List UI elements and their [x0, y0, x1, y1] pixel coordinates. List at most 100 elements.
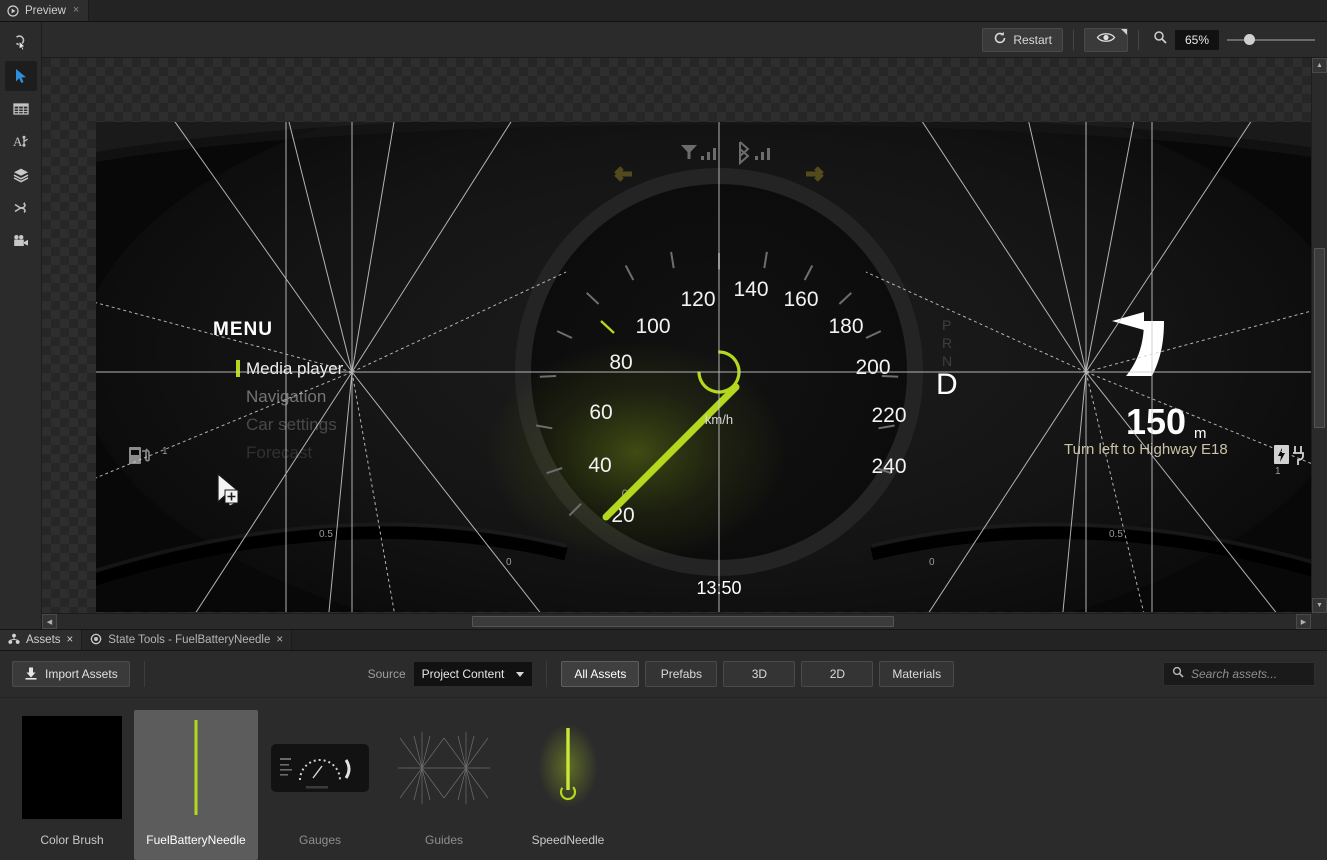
bottom-tabstrip-filler	[292, 630, 1327, 650]
import-assets-label: Import Assets	[45, 667, 118, 681]
nav-instruction: Turn left to Highway E18	[1064, 441, 1228, 458]
search-assets-field[interactable]: Search assets...	[1163, 662, 1315, 686]
gear-letter-p: P	[942, 317, 952, 333]
main-split: A	[0, 22, 1327, 629]
hand-pointer-icon-button[interactable]	[5, 28, 37, 58]
guide-label-05-left: 0.5	[319, 529, 333, 540]
guide-label-1: 1	[162, 446, 168, 457]
speed-label-60: 60	[589, 401, 612, 424]
menu-item-car-settings[interactable]: Car settings	[246, 415, 337, 434]
states-icon-button[interactable]	[5, 193, 37, 223]
gear-letter-d: D	[936, 368, 958, 401]
tab-label: Preview	[25, 5, 66, 17]
toolbar-divider	[1073, 30, 1074, 50]
speed-label-100: 100	[635, 315, 670, 338]
horizontal-scroll-thumb[interactable]	[472, 616, 894, 627]
assets-toolbar: Import Assets Source Project Content All…	[0, 651, 1327, 698]
canvas-horizontal-scrollbar[interactable]: ◀ ▶	[42, 613, 1311, 629]
assets-panel: Assets × State Tools - FuelBatteryNeedle…	[0, 629, 1327, 860]
source-value: Project Content	[422, 667, 505, 681]
canvas-area[interactable]: 20 40 60 80 100 120 140 160 180 200 220	[42, 58, 1327, 629]
menu-item-forecast[interactable]: Forecast	[246, 443, 312, 462]
toolbar-divider-4	[546, 661, 547, 687]
scroll-up-arrow[interactable]: ▲	[1312, 58, 1327, 73]
nav-distance-unit: m	[1194, 425, 1207, 442]
toolbar-divider-3	[144, 661, 145, 687]
refresh-icon	[993, 31, 1007, 48]
asset-gauges[interactable]: Gauges	[258, 710, 382, 860]
tab-preview[interactable]: Preview ×	[0, 0, 89, 21]
zoom-value[interactable]: 65%	[1175, 30, 1219, 50]
select-arrow-icon-button[interactable]	[5, 61, 37, 91]
tabstrip-filler	[89, 0, 1327, 21]
asset-fuelbatteryneedle[interactable]: FuelBatteryNeedle	[134, 710, 258, 860]
speed-label-160: 160	[783, 288, 818, 311]
chevron-down-icon	[516, 672, 524, 677]
filter-3d[interactable]: 3D	[723, 661, 795, 687]
layers-icon-button[interactable]	[5, 160, 37, 190]
asset-speedneedle[interactable]: SpeedNeedle	[506, 710, 630, 860]
scroll-right-arrow[interactable]: ▶	[1296, 614, 1311, 629]
speed-label-120: 120	[680, 288, 715, 311]
assets-grid: Color Brush FuelBatteryNeedle	[0, 698, 1327, 860]
magnifier-icon	[1153, 30, 1167, 49]
text-animation-icon-button[interactable]: A	[5, 127, 37, 157]
asset-label: Guides	[425, 833, 463, 847]
filter-materials[interactable]: Materials	[879, 661, 954, 687]
vertical-scroll-thumb[interactable]	[1314, 248, 1325, 428]
asset-color-brush[interactable]: Color Brush	[10, 710, 134, 860]
scroll-left-arrow[interactable]: ◀	[42, 614, 57, 629]
import-assets-button[interactable]: Import Assets	[12, 661, 130, 687]
zoom-slider[interactable]	[1227, 33, 1315, 47]
close-icon[interactable]: ×	[276, 634, 283, 646]
asset-label: SpeedNeedle	[532, 833, 605, 847]
bottom-tab-label: Assets	[26, 634, 61, 646]
editor-column: Restart	[42, 22, 1327, 629]
restart-button[interactable]: Restart	[982, 28, 1063, 52]
tab-assets[interactable]: Assets ×	[0, 630, 82, 650]
source-label: Source	[368, 667, 406, 681]
asset-label: Color Brush	[40, 833, 103, 847]
tool-rail: A	[0, 22, 42, 629]
menu-item-media-player[interactable]: Media player	[246, 359, 344, 378]
scroll-down-arrow[interactable]: ▼	[1312, 598, 1327, 613]
zoom-slider-track	[1227, 39, 1315, 41]
filter-all-assets[interactable]: All Assets	[561, 661, 639, 687]
source-group: Source Project Content	[368, 662, 533, 686]
import-icon	[24, 666, 38, 683]
asset-label: Gauges	[299, 833, 341, 847]
speed-label-200: 200	[855, 356, 890, 379]
close-icon[interactable]: ×	[67, 634, 74, 646]
svg-text:A: A	[13, 134, 23, 149]
filter-prefabs[interactable]: Prefabs	[645, 661, 717, 687]
asset-thumbnail	[518, 716, 618, 819]
speed-label-180: 180	[828, 315, 863, 338]
hmi-stage[interactable]: 20 40 60 80 100 120 140 160 180 200 220	[96, 122, 1327, 612]
application-window: Preview ×	[0, 0, 1327, 860]
canvas-vertical-scrollbar[interactable]: ▲ ▼	[1311, 58, 1327, 613]
asset-filter-buttons: All Assets Prefabs 3D 2D Materials	[561, 661, 954, 687]
magnifier-icon	[1172, 665, 1184, 683]
asset-thumbnail	[394, 716, 494, 819]
visibility-button[interactable]	[1084, 28, 1128, 52]
filter-2d[interactable]: 2D	[801, 661, 873, 687]
tab-state-tools[interactable]: State Tools - FuelBatteryNeedle ×	[82, 630, 292, 650]
hmi-render: 20 40 60 80 100 120 140 160 180 200 220	[96, 122, 1327, 612]
source-dropdown[interactable]: Project Content	[414, 662, 533, 686]
table-grid-icon-button[interactable]	[5, 94, 37, 124]
nav-distance: 150	[1126, 401, 1186, 442]
speed-label-140: 140	[733, 278, 768, 301]
close-icon[interactable]: ×	[72, 5, 80, 16]
assets-icon	[8, 633, 20, 648]
speed-label-220: 220	[871, 404, 906, 427]
guide-label-1-right: 1	[1275, 466, 1281, 477]
play-circle-icon	[7, 5, 19, 17]
guide-label-05-right: 0.5	[1109, 529, 1123, 540]
asset-guides[interactable]: Guides	[382, 710, 506, 860]
zoom-controls: 65%	[1153, 30, 1315, 50]
zoom-slider-knob[interactable]	[1244, 34, 1255, 45]
speed-label-240: 240	[871, 455, 906, 478]
toolbar-divider-2	[1138, 30, 1139, 50]
timeline-camera-icon-button[interactable]	[5, 226, 37, 256]
asset-thumbnail	[22, 716, 122, 819]
